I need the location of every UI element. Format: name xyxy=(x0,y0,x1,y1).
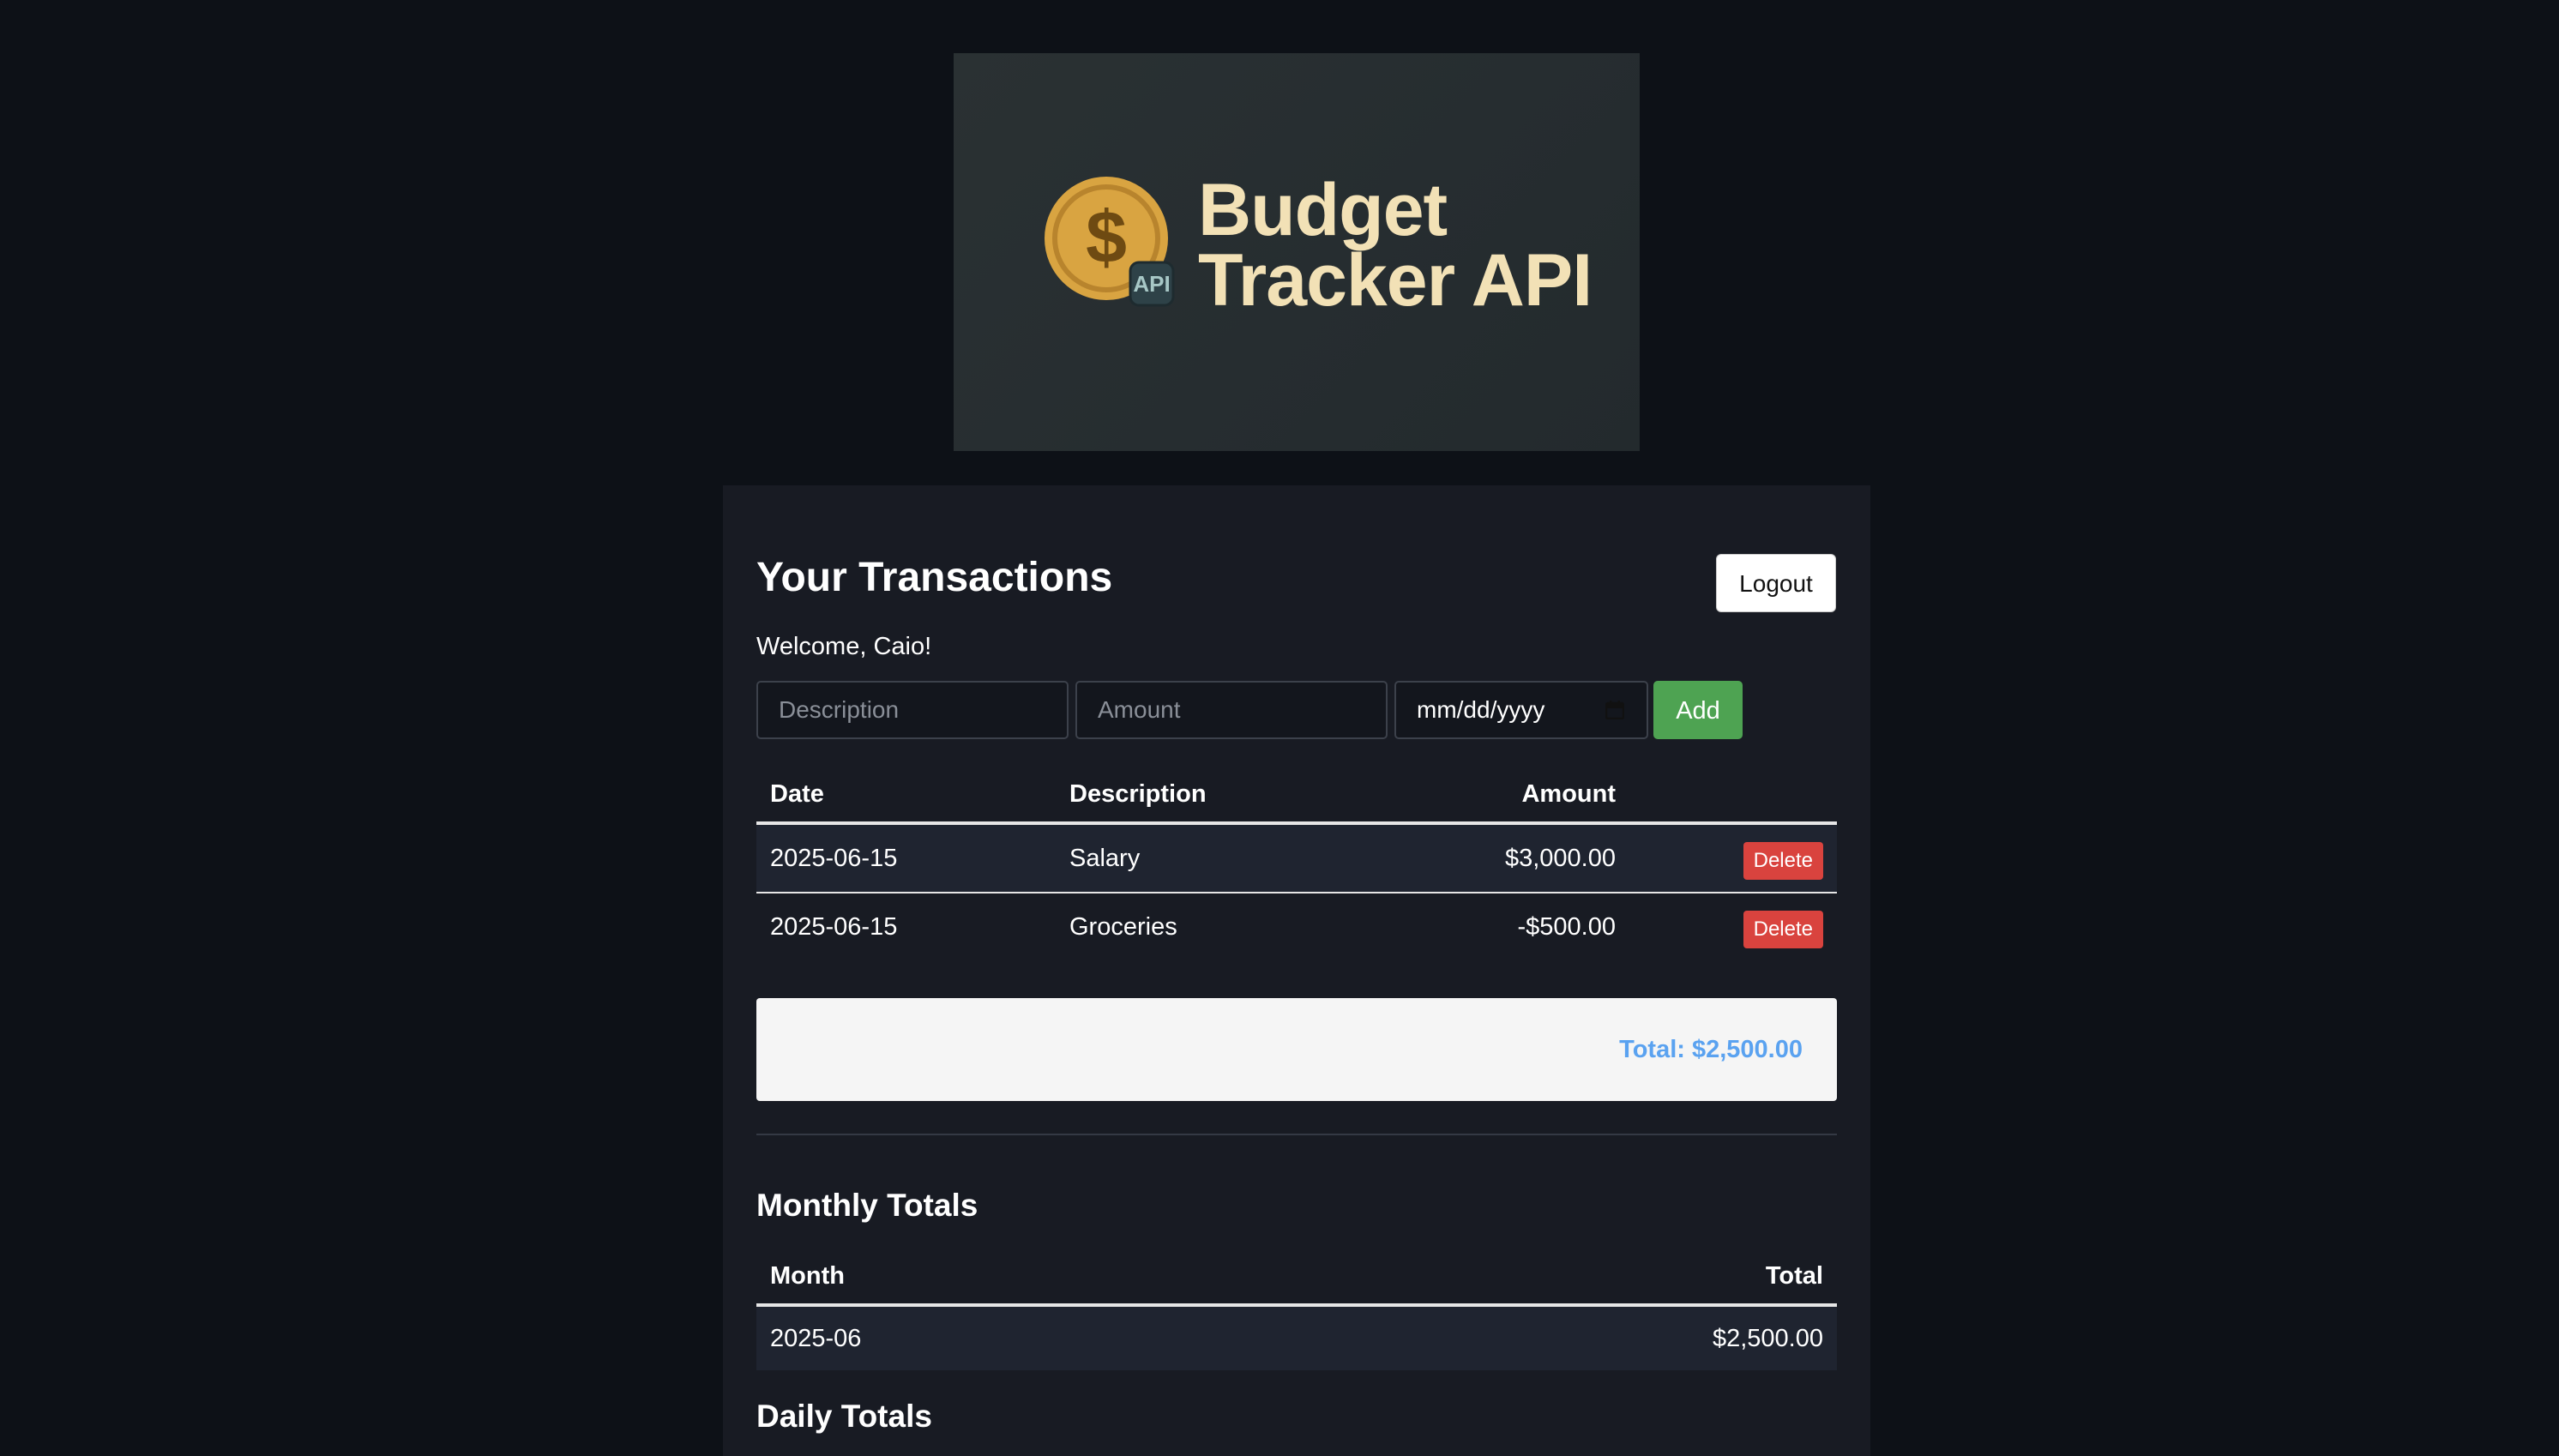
logo-title-line1: Budget xyxy=(1198,169,1448,251)
page-title: Your Transactions xyxy=(756,555,1113,600)
table-row: 2025-06-15 Groceries -$500.00 Delete xyxy=(756,893,1837,960)
logo-banner: $ API Budget Tracker API xyxy=(954,53,1640,451)
logo-title-line2: Tracker API xyxy=(1198,239,1593,322)
column-header-amount: Amount xyxy=(1521,780,1616,808)
monthly-header-row: Month Total xyxy=(756,1248,1837,1307)
monthly-totals-title: Monthly Totals xyxy=(756,1188,978,1223)
welcome-message: Welcome, Caio! xyxy=(756,633,932,660)
transaction-date: 2025-06-15 xyxy=(770,845,898,872)
column-header-description: Description xyxy=(1069,780,1207,808)
coin-icon: $ API xyxy=(1045,177,1175,307)
calendar-icon[interactable] xyxy=(1605,701,1624,719)
column-header-month: Month xyxy=(770,1262,845,1290)
delete-button[interactable]: Delete xyxy=(1743,842,1823,880)
api-badge-text: API xyxy=(1133,271,1170,297)
total-summary: Total: $2,500.00 xyxy=(756,998,1837,1101)
transactions-panel: Your Transactions Logout Welcome, Caio! … xyxy=(723,485,1870,1456)
month-total: $2,500.00 xyxy=(1712,1325,1823,1352)
table-row: 2025-06-15 Salary $3,000.00 Delete xyxy=(756,825,1837,893)
amount-input[interactable] xyxy=(1075,681,1388,739)
transaction-description: Groceries xyxy=(1069,913,1177,941)
month-value: 2025-06 xyxy=(770,1325,862,1352)
logout-button[interactable]: Logout xyxy=(1716,554,1836,612)
add-transaction-button[interactable]: Add xyxy=(1653,681,1743,739)
total-amount: Total: $2,500.00 xyxy=(1619,1036,1803,1063)
daily-totals-title: Daily Totals xyxy=(756,1399,932,1434)
date-placeholder: mm/dd/yyyy xyxy=(1417,696,1545,723)
transactions-header-row: Date Description Amount xyxy=(756,767,1837,825)
column-header-total: Total xyxy=(1765,1262,1823,1290)
transaction-amount: $3,000.00 xyxy=(1504,845,1616,872)
description-input[interactable] xyxy=(756,681,1069,739)
table-row: 2025-06 $2,500.00 xyxy=(756,1307,1837,1370)
coin-dollar-symbol: $ xyxy=(1086,196,1127,279)
column-header-date: Date xyxy=(770,780,824,808)
transaction-description: Salary xyxy=(1069,845,1141,872)
delete-button[interactable]: Delete xyxy=(1743,911,1823,948)
transaction-amount: -$500.00 xyxy=(1517,913,1617,941)
transaction-date: 2025-06-15 xyxy=(770,913,898,941)
section-divider xyxy=(756,1134,1837,1135)
date-input[interactable]: mm/dd/yyyy xyxy=(1394,681,1648,739)
logo-title: Budget Tracker API xyxy=(1198,169,1627,322)
